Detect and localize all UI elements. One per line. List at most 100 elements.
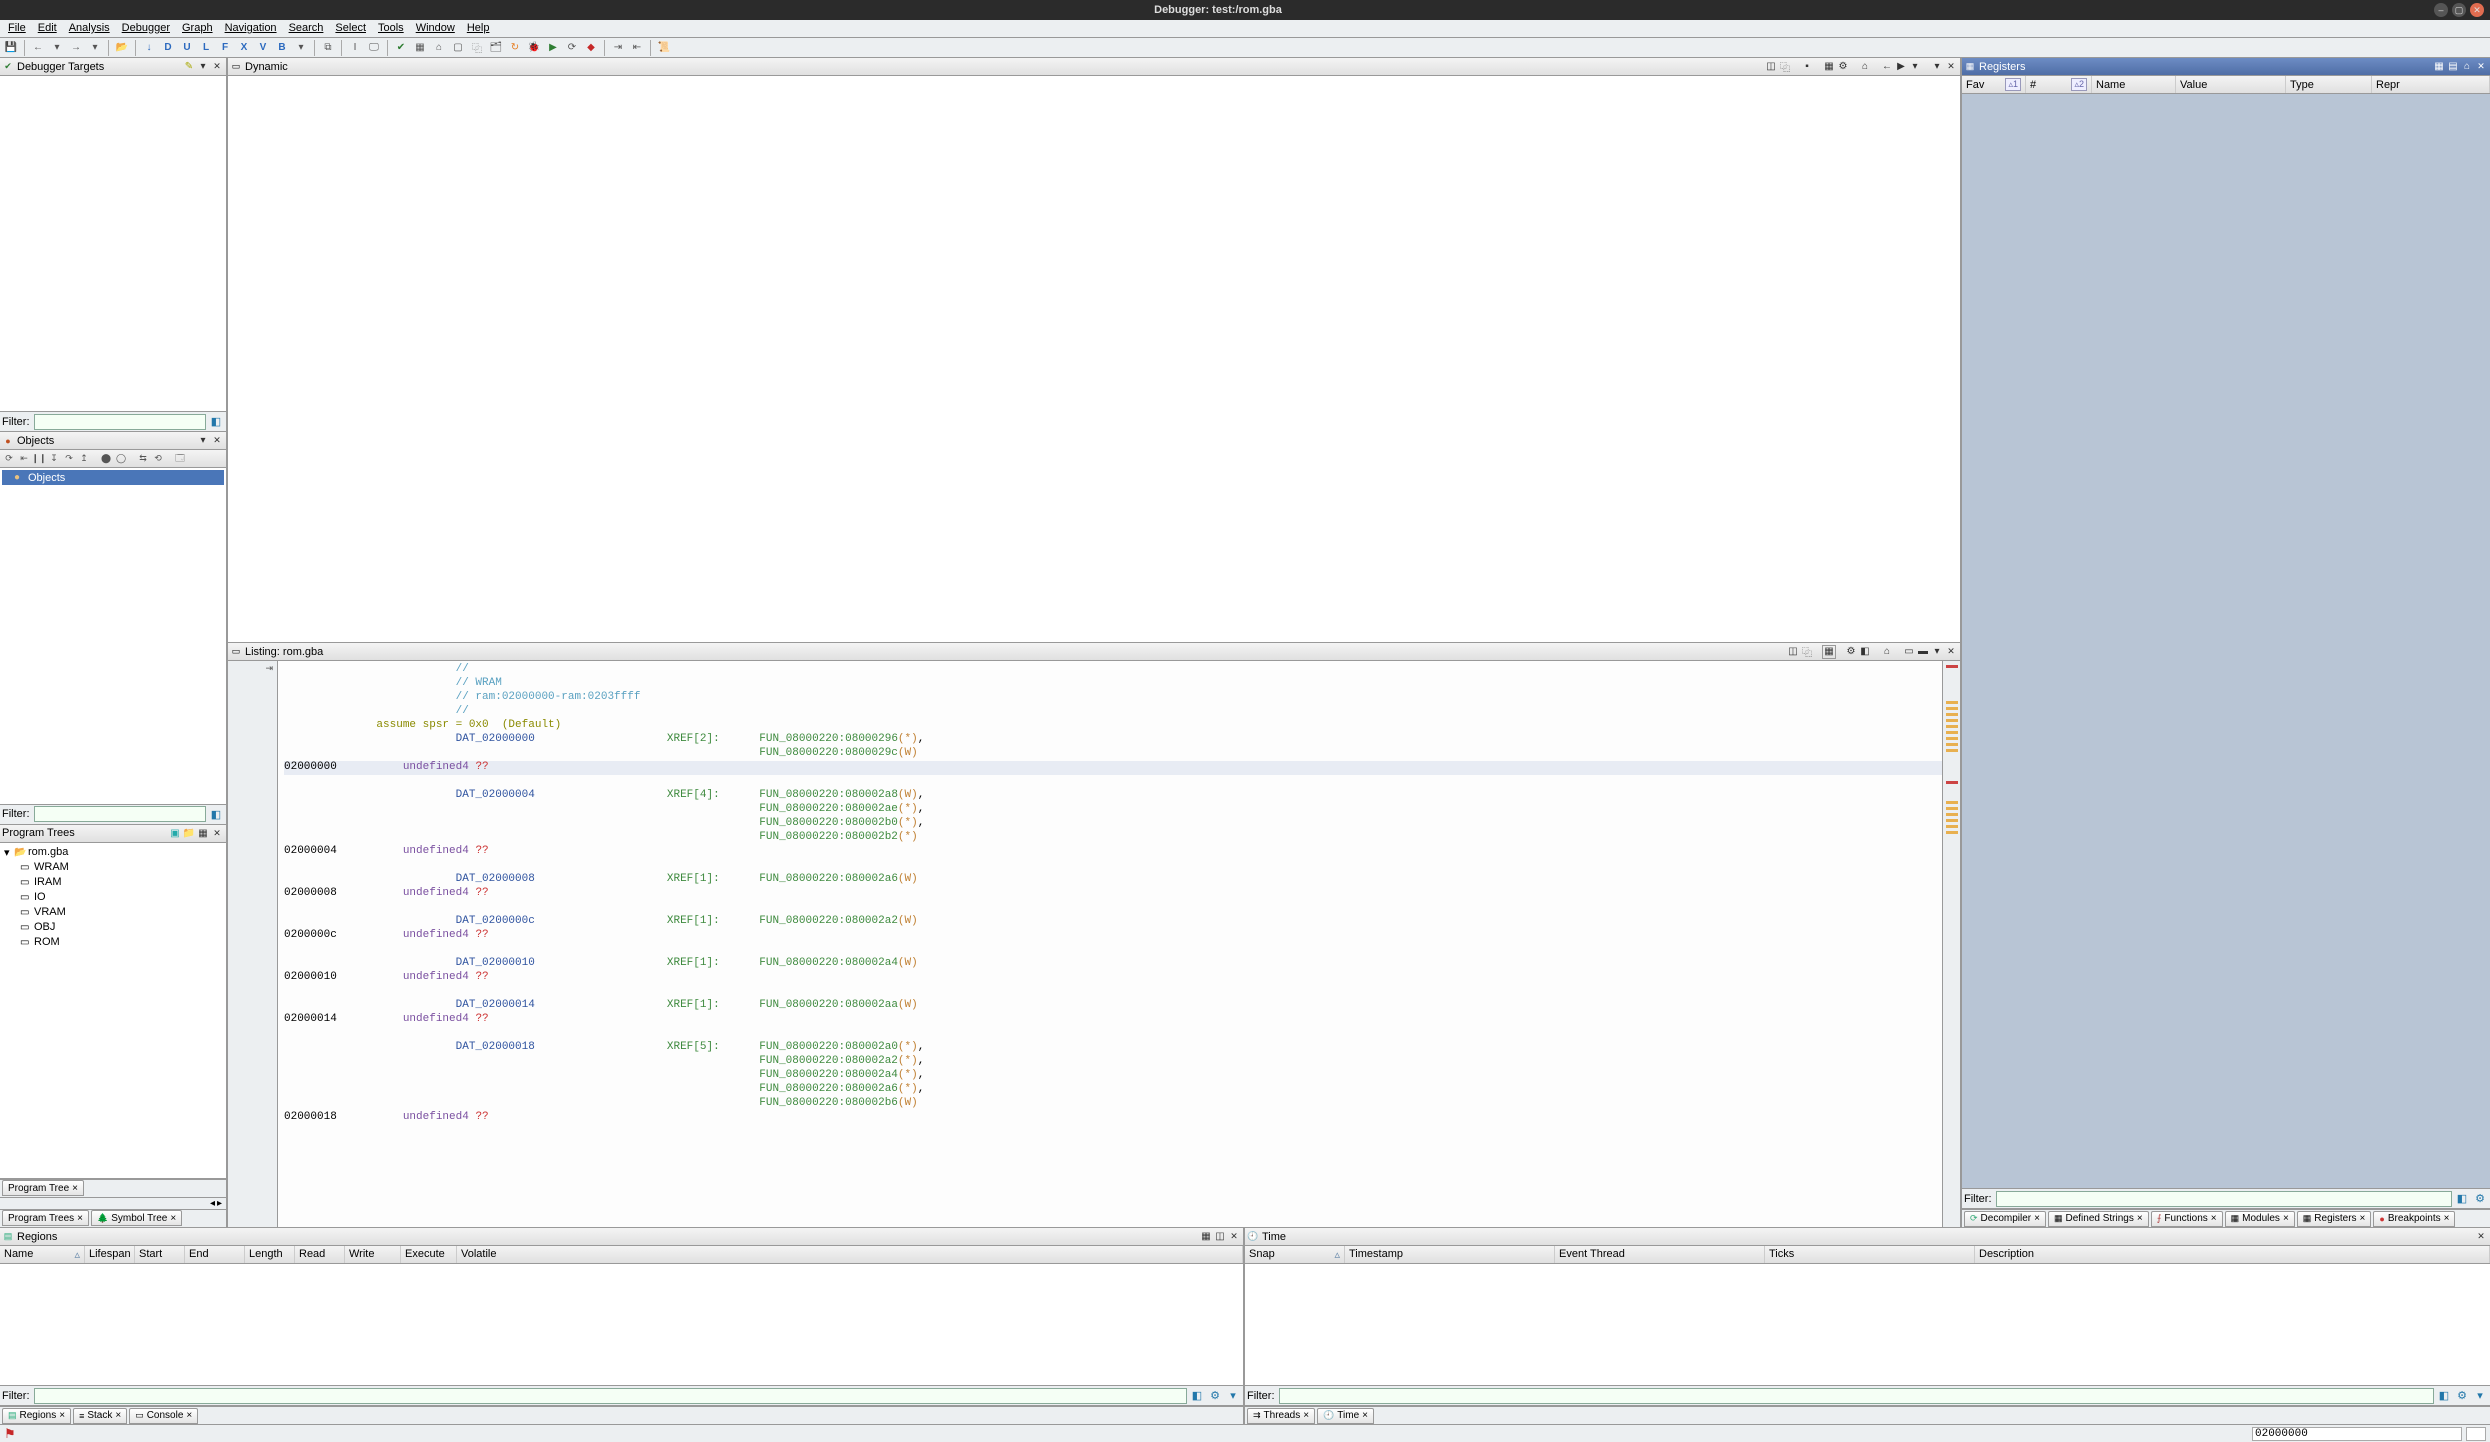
col-fav[interactable]: Fav▵1 (1962, 76, 2026, 93)
panel-menu-icon[interactable]: ▾ (1930, 645, 1944, 659)
tree-item-vram[interactable]: ▭VRAM (2, 905, 224, 920)
dyn-menu-icon[interactable]: ▾ (1930, 60, 1944, 74)
th-end[interactable]: End (185, 1246, 245, 1263)
panel-close-button[interactable] (210, 826, 224, 840)
obj-step-back-icon[interactable]: ⇤ (17, 452, 31, 466)
col-repr[interactable]: Repr (2372, 76, 2490, 93)
nav-back-menu-button[interactable]: ▾ (48, 39, 66, 57)
time-header[interactable]: 🕘 Time (1245, 1228, 2490, 1246)
obj-step-into-icon[interactable]: ↧ (47, 452, 61, 466)
tab-threads[interactable]: ⇉Threads× (1247, 1408, 1315, 1424)
nav-fwd-menu-button[interactable]: ▾ (86, 39, 104, 57)
window-close-button[interactable]: ✕ (2470, 3, 2484, 17)
panel-close-button[interactable] (1944, 645, 1958, 659)
col-value[interactable]: Value (2176, 76, 2286, 93)
bug-icon[interactable]: 🐞 (525, 39, 543, 57)
location-arrow-icon[interactable]: ↓ (140, 39, 158, 57)
nav-left-icon[interactable]: ◂ (210, 1198, 215, 1209)
th-volatile[interactable]: Volatile (457, 1246, 1243, 1263)
obj-refresh-icon[interactable]: ⟳ (2, 452, 16, 466)
col-num[interactable]: #▵2 (2026, 76, 2092, 93)
status-alert-icon[interactable]: ⚑ (4, 1426, 16, 1442)
filter-cfg-icon[interactable]: ⚙ (1207, 1388, 1223, 1404)
goto-icon[interactable]: 📂 (113, 39, 131, 57)
regions-opt1-icon[interactable]: ▦ (1199, 1230, 1213, 1244)
tab-close-icon[interactable]: × (2034, 1213, 2040, 1224)
th-ticks[interactable]: Ticks (1765, 1246, 1975, 1263)
tab-functions[interactable]: ⨍Functions× (2151, 1211, 2223, 1227)
win-layout-icon[interactable]: ▢ (449, 39, 467, 57)
menu-navigation[interactable]: Navigation (219, 20, 283, 37)
tab-close-icon[interactable]: × (2137, 1213, 2143, 1224)
obj-step-out-icon[interactable]: ↥ (77, 452, 91, 466)
tab-time[interactable]: 🕘Time× (1317, 1408, 1374, 1424)
script-icon[interactable]: 📜 (655, 39, 673, 57)
filter-input[interactable] (1996, 1191, 2453, 1207)
cursor-text-icon[interactable]: I (346, 39, 364, 57)
db-import-icon[interactable]: ⇤ (628, 39, 646, 57)
obj-record-icon[interactable]: ⬤ (99, 452, 113, 466)
th-name[interactable]: Name ▵ (0, 1246, 85, 1263)
filter-input[interactable] (34, 414, 207, 430)
th-snap[interactable]: Snap ▵ (1245, 1246, 1345, 1263)
menu-window[interactable]: Window (410, 20, 461, 37)
tab-close-icon[interactable]: × (170, 1213, 176, 1224)
home-icon[interactable]: ⌂ (430, 39, 448, 57)
cascade-icon[interactable]: 🗂 (487, 39, 505, 57)
nav-back-button[interactable]: ← (29, 39, 47, 57)
menu-edit[interactable]: Edit (32, 20, 63, 37)
filter-input[interactable] (1279, 1388, 2435, 1404)
filter-options-icon[interactable]: ◧ (2436, 1388, 2452, 1404)
nav-right-icon[interactable]: ▸ (217, 1198, 222, 1209)
letter-X-icon[interactable]: X (235, 39, 253, 57)
panel-close-button[interactable] (210, 60, 224, 74)
window-maximize-button[interactable]: ▢ (2452, 3, 2466, 17)
listing-header[interactable]: ▭ Listing: rom.gba ◫ ⿻ ▦ ⚙ ◧ ⌂ ▭ ▬ ▾ (228, 643, 1960, 661)
dyn-btn1-icon[interactable]: ◫ (1764, 60, 1778, 74)
obj-record-off-icon[interactable]: ◯ (114, 452, 128, 466)
menu-help[interactable]: Help (461, 20, 496, 37)
objects-root-node[interactable]: ● Objects (2, 470, 224, 485)
letter-L-icon[interactable]: L (197, 39, 215, 57)
status-address-field[interactable]: 02000000 (2252, 1427, 2462, 1441)
monitor-icon[interactable]: 🖵 (365, 39, 383, 57)
panel-menu-icon[interactable]: ▾ (196, 434, 210, 448)
dynamic-header[interactable]: ▭ Dynamic ◫ ⿻ ▪ ▦ ⚙ ⌂ ← ▶ ▾ ▾ (228, 58, 1960, 76)
filter-cfg-icon[interactable]: ⚙ (2454, 1388, 2470, 1404)
reg-home-icon[interactable]: ⌂ (2460, 60, 2474, 74)
tab-modules[interactable]: ▦Modules× (2225, 1211, 2295, 1227)
regions-opt2-icon[interactable]: ◫ (1213, 1230, 1227, 1244)
filter-extra-icon[interactable]: ▾ (2472, 1388, 2488, 1404)
lst-cfg-icon[interactable]: ⚙ (1844, 645, 1858, 659)
tab-registers[interactable]: ▦Registers× (2297, 1211, 2372, 1227)
dyn-table-icon[interactable]: ▦ (1822, 60, 1836, 74)
lst-toggle2-icon[interactable]: ▬ (1916, 645, 1930, 659)
overview-ruler[interactable] (1942, 661, 1960, 1227)
tab-breakpoints[interactable]: ●Breakpoints× (2373, 1211, 2455, 1227)
panel-close-button[interactable] (2474, 1230, 2488, 1244)
lst-copy-icon[interactable]: ⿻ (1800, 645, 1814, 659)
th-event-thread[interactable]: Event Thread (1555, 1246, 1765, 1263)
letter-F-icon[interactable]: F (216, 39, 234, 57)
group-icon[interactable]: ⧉ (319, 39, 337, 57)
tree-root[interactable]: ▾📂rom.gba (2, 845, 224, 860)
lst-highlight-icon[interactable]: ◫ (1786, 645, 1800, 659)
lst-home-icon[interactable]: ⌂ (1880, 645, 1894, 659)
ptree-options-icon[interactable]: ▦ (196, 826, 210, 840)
panel-close-button[interactable] (1944, 60, 1958, 74)
play-icon[interactable]: ▶ (544, 39, 562, 57)
tree-item-io[interactable]: ▭IO (2, 890, 224, 905)
obj-db-sync-icon[interactable]: ⇆ (136, 452, 150, 466)
filter-options-icon[interactable]: ◧ (208, 414, 224, 430)
letter-V-icon[interactable]: V (254, 39, 272, 57)
th-read[interactable]: Read (295, 1246, 345, 1263)
tree-item-iram[interactable]: ▭IRAM (2, 875, 224, 890)
ptree-collapse-icon[interactable]: ▣ (168, 826, 182, 840)
menu-tools[interactable]: Tools (372, 20, 410, 37)
tab-symbol-tree[interactable]: 🌲Symbol Tree× (91, 1210, 182, 1226)
filter-extra-icon[interactable]: ▾ (1225, 1388, 1241, 1404)
reg-grp-icon[interactable]: ▤ (2446, 60, 2460, 74)
ptree-new-icon[interactable]: 📁 (182, 826, 196, 840)
col-type[interactable]: Type (2286, 76, 2372, 93)
th-write[interactable]: Write (345, 1246, 401, 1263)
